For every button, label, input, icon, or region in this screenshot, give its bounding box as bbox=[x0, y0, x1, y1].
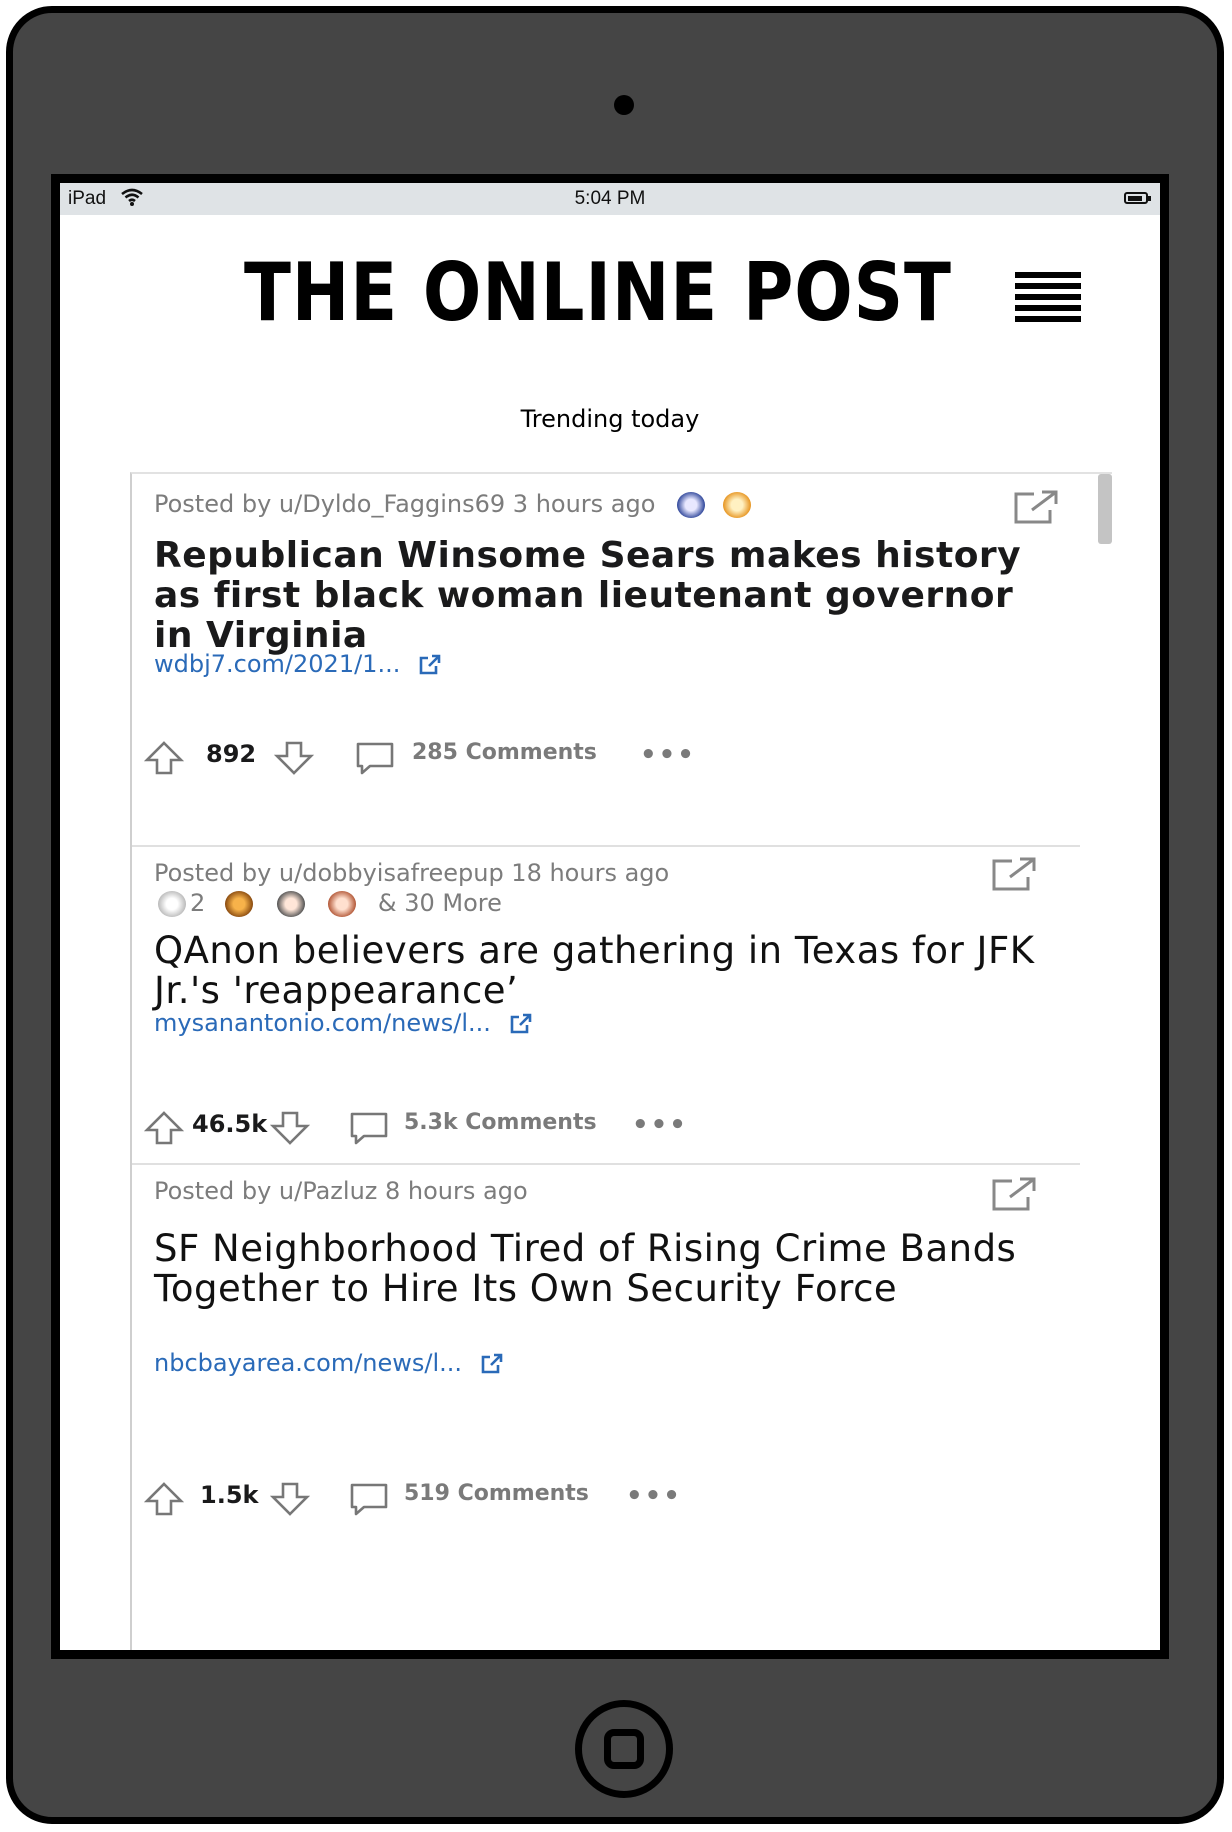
ellipsis-icon[interactable]: ••• bbox=[640, 740, 696, 770]
post-meta: Posted by u/Dyldo_Faggins69 3 hours ago bbox=[154, 490, 755, 518]
post-actions: 892 285 Comments ••• bbox=[144, 740, 744, 780]
award-icon bbox=[158, 891, 186, 917]
arrow-down-icon[interactable] bbox=[270, 1481, 310, 1517]
vote-count: 1.5k bbox=[200, 1481, 259, 1509]
speech-bubble-icon[interactable] bbox=[354, 740, 396, 776]
post-link[interactable]: wdbj7.com/2021/1... bbox=[154, 650, 442, 678]
external-link-icon bbox=[419, 654, 441, 675]
clock: 5:04 PM bbox=[574, 188, 646, 209]
external-share-icon[interactable] bbox=[1012, 488, 1060, 526]
speech-bubble-icon[interactable] bbox=[348, 1481, 390, 1517]
post-headline[interactable]: SF Neighborhood Tired of Rising Crime Ba… bbox=[154, 1229, 1054, 1309]
external-link-icon bbox=[510, 1013, 531, 1034]
external-link-icon bbox=[481, 1353, 502, 1374]
arrow-up-icon[interactable] bbox=[144, 1110, 184, 1146]
post-actions: 1.5k 519 Comments ••• bbox=[144, 1481, 744, 1521]
screen: iPad 5:04 PM THE ONLINE POST Trending to… bbox=[51, 174, 1169, 1659]
cat-award-icon bbox=[722, 492, 751, 518]
scrollbar[interactable] bbox=[1098, 474, 1112, 544]
section-title: Trending today bbox=[520, 405, 700, 433]
site-title: THE ONLINE POST bbox=[244, 246, 952, 339]
arrow-down-icon[interactable] bbox=[274, 740, 314, 776]
camera-icon bbox=[614, 95, 634, 115]
ellipsis-icon[interactable]: ••• bbox=[632, 1110, 688, 1140]
post-feed[interactable]: Posted by u/Dyldo_Faggins69 3 hours ago … bbox=[130, 472, 1112, 1650]
award-icon bbox=[224, 891, 253, 917]
post-meta: Posted by u/dobbyisafreepup 18 hours ago bbox=[154, 859, 670, 887]
comments-count[interactable]: 285 Comments bbox=[412, 740, 597, 765]
post-card[interactable]: Posted by u/Dyldo_Faggins69 3 hours ago … bbox=[132, 474, 1080, 847]
arrow-up-icon[interactable] bbox=[144, 740, 184, 776]
battery-icon bbox=[1124, 192, 1151, 204]
home-button[interactable] bbox=[575, 1700, 673, 1798]
post-headline[interactable]: Republican Winsome Sears makes history a… bbox=[154, 536, 1054, 656]
external-share-icon[interactable] bbox=[990, 855, 1038, 893]
post-link[interactable]: mysanantonio.com/news/l... bbox=[154, 1009, 533, 1037]
masthead: THE ONLINE POST bbox=[60, 248, 1160, 338]
vote-award-icon bbox=[677, 492, 706, 518]
external-share-icon[interactable] bbox=[990, 1175, 1038, 1213]
comments-count[interactable]: 5.3k Comments bbox=[404, 1110, 597, 1135]
home-button-icon bbox=[604, 1729, 644, 1769]
speech-bubble-icon[interactable] bbox=[348, 1110, 390, 1146]
vote-count: 892 bbox=[206, 740, 257, 768]
award-icon bbox=[276, 891, 305, 917]
comments-count[interactable]: 519 Comments bbox=[404, 1481, 589, 1506]
vote-count: 46.5k bbox=[192, 1110, 268, 1138]
award-icon bbox=[328, 891, 357, 917]
post-actions: 46.5k 5.3k Comments ••• bbox=[144, 1110, 744, 1150]
status-bar: iPad 5:04 PM bbox=[60, 183, 1160, 215]
hamburger-menu-icon[interactable] bbox=[1015, 272, 1081, 324]
more-awards[interactable]: & 30 More bbox=[378, 889, 502, 917]
post-card[interactable]: Posted by u/dobbyisafreepup 18 hours ago… bbox=[132, 845, 1080, 1165]
arrow-down-icon[interactable] bbox=[270, 1110, 310, 1146]
post-headline[interactable]: QAnon believers are gathering in Texas f… bbox=[154, 931, 1054, 1011]
post-meta: Posted by u/Pazluz 8 hours ago bbox=[154, 1177, 528, 1205]
arrow-up-icon[interactable] bbox=[144, 1481, 184, 1517]
post-link[interactable]: nbcbayarea.com/news/l... bbox=[154, 1349, 504, 1377]
post-card[interactable]: Posted by u/Pazluz 8 hours ago SF Neighb… bbox=[132, 1163, 1080, 1583]
ellipsis-icon[interactable]: ••• bbox=[626, 1481, 682, 1511]
post-awards: 2 & 30 More bbox=[158, 889, 502, 917]
